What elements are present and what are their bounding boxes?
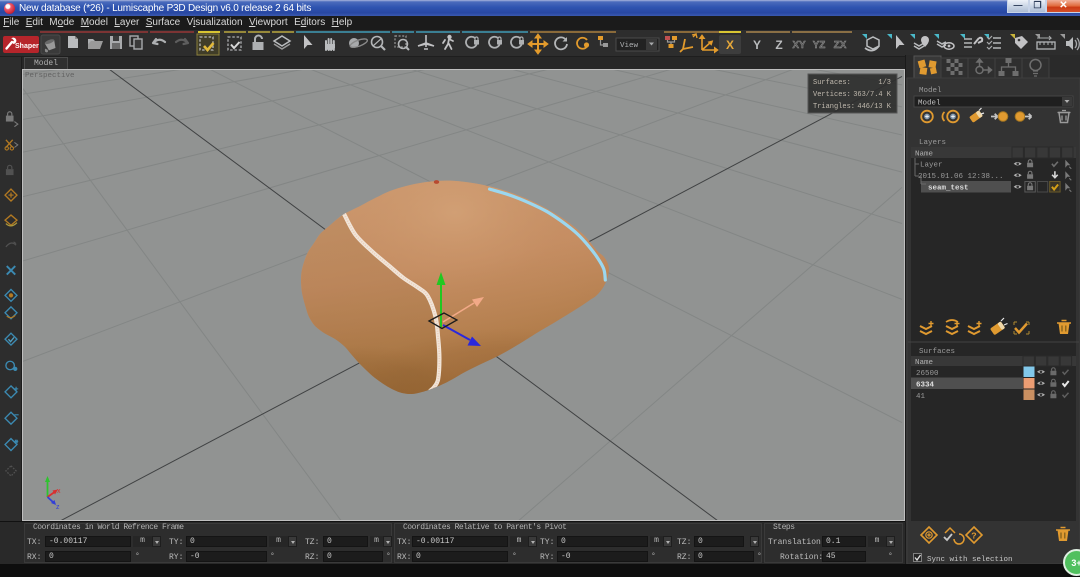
svg-text:XY: XY: [792, 40, 806, 51]
svg-text:Shaper: Shaper: [15, 43, 39, 50]
svg-text:Sync with selection: Sync with selection: [927, 556, 1013, 564]
svg-text:Model: Model: [919, 87, 942, 95]
svg-text:446/13 K: 446/13 K: [857, 103, 891, 111]
svg-text:View: View: [620, 42, 639, 50]
svg-text:2015.01.06 12:38...: 2015.01.06 12:38...: [918, 173, 1004, 181]
svg-text:41: 41: [916, 393, 926, 401]
svg-text:Name: Name: [915, 359, 933, 367]
svg-text:Surfaces:: Surfaces:: [813, 79, 851, 87]
svg-text:Z: Z: [775, 38, 782, 52]
svg-text:Name: Name: [915, 151, 933, 159]
svg-text:Model: Model: [918, 100, 941, 108]
svg-text:ZX: ZX: [834, 40, 847, 51]
svg-text:1/3: 1/3: [878, 79, 891, 87]
svg-text:?: ?: [971, 532, 976, 542]
svg-text:Triangles:: Triangles:: [813, 103, 855, 111]
svg-text:363/7.4 K: 363/7.4 K: [853, 91, 892, 99]
svg-text:6334: 6334: [916, 381, 935, 389]
svg-text:YZ: YZ: [813, 40, 826, 51]
svg-text:x: x: [57, 488, 61, 495]
svg-text:26500: 26500: [916, 370, 939, 378]
svg-text:Y: Y: [753, 38, 761, 52]
svg-text:Vertices:: Vertices:: [813, 91, 851, 99]
svg-text:X: X: [726, 38, 734, 52]
svg-text:Surfaces: Surfaces: [919, 348, 955, 356]
svg-text:Layer: Layer: [920, 162, 943, 170]
svg-text:Layers: Layers: [919, 139, 946, 147]
svg-text:z: z: [56, 504, 60, 511]
svg-text:seam_test: seam_test: [928, 185, 969, 193]
svg-text:Perspective: Perspective: [25, 72, 75, 80]
